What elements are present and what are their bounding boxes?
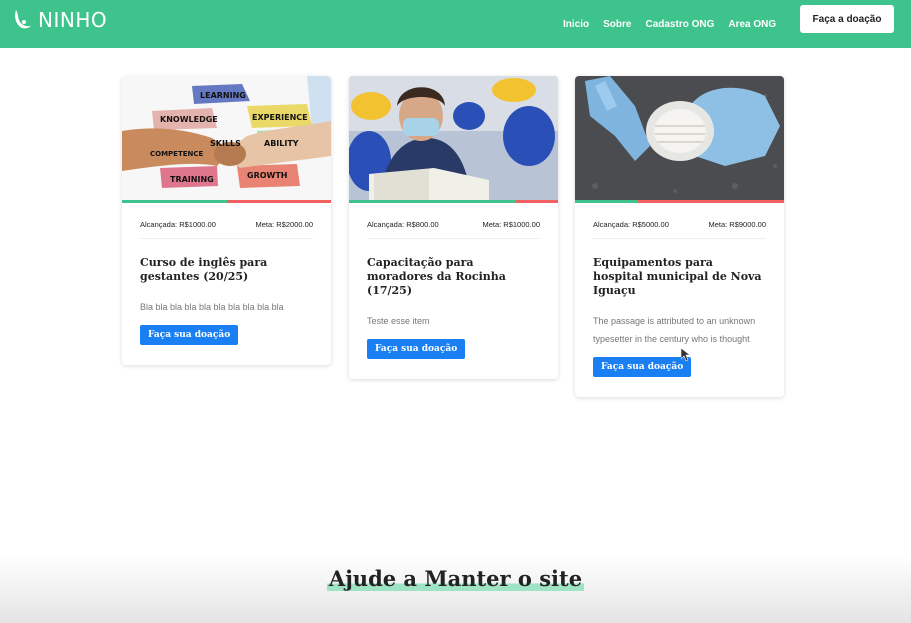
goal-amount: Meta: R$9000.00 — [708, 220, 766, 229]
project-card-3: Alcançada: R$5000.00 Meta: R$9000.00 Equ… — [575, 76, 784, 397]
word-learning: LEARNING — [200, 91, 246, 100]
project-card-1: LEARNING KNOWLEDGE EXPERIENCE SKILLS ABI… — [122, 76, 331, 365]
reached-amount: Alcançada: R$5000.00 — [593, 220, 669, 229]
nav-link-cadastro-ong[interactable]: Cadastro ONG — [645, 19, 714, 30]
donate-button[interactable]: Faça sua doação — [140, 325, 239, 345]
reached-amount: Alcançada: R$800.00 — [367, 220, 439, 229]
section-heading: Ajude a Manter o site — [326, 566, 585, 591]
nav-links: Inicio Sobre Cadastro ONG Area ONG — [563, 0, 790, 48]
project-card-2: Alcançada: R$800.00 Meta: R$1000.00 Capa… — [349, 76, 558, 379]
support-section-title: Ajude a Manter o site — [0, 566, 911, 591]
navbar: NINHO Inicio Sobre Cadastro ONG Area ONG… — [0, 0, 911, 48]
reached-amount: Alcançada: R$1000.00 — [140, 220, 216, 229]
card-description: The passage is attributed to an unknown … — [593, 316, 756, 344]
nav-link-area-ong[interactable]: Area ONG — [728, 19, 776, 30]
card-description: Bla bla bla bla bla bla bla bla bla bla — [140, 302, 284, 312]
progress-bar — [575, 200, 784, 203]
card-image-student — [349, 76, 558, 200]
progress-fill — [575, 200, 638, 203]
donate-nav-button[interactable]: Faça a doação — [800, 5, 894, 33]
word-ability: ABILITY — [264, 139, 299, 148]
amounts-row: Alcançada: R$5000.00 Meta: R$9000.00 — [575, 203, 784, 229]
progress-bar — [349, 200, 558, 203]
donate-button[interactable]: Faça sua doação — [367, 339, 466, 359]
goal-amount: Meta: R$2000.00 — [255, 220, 313, 229]
word-training: TRAINING — [170, 175, 214, 184]
brand-name: NINHO — [38, 8, 108, 32]
nav-link-inicio[interactable]: Inicio — [563, 19, 589, 30]
goal-amount: Meta: R$1000.00 — [482, 220, 540, 229]
divider — [367, 238, 540, 239]
nav-link-sobre[interactable]: Sobre — [603, 19, 631, 30]
card-title: Equipamentos para hospital municipal de … — [593, 256, 762, 297]
donate-button[interactable]: Faça sua doação — [593, 357, 692, 377]
amounts-row: Alcançada: R$800.00 Meta: R$1000.00 — [349, 203, 558, 229]
word-skills: SKILLS — [210, 139, 241, 148]
card-image-skills: LEARNING KNOWLEDGE EXPERIENCE SKILLS ABI… — [122, 76, 331, 200]
progress-bar — [122, 200, 331, 203]
divider — [593, 238, 766, 239]
card-image-gloves-mask — [575, 76, 784, 200]
divider — [140, 238, 313, 239]
mouse-cursor-icon — [681, 348, 691, 362]
word-competence: COMPETENCE — [150, 150, 204, 158]
word-experience: EXPERIENCE — [252, 113, 308, 122]
progress-fill — [122, 200, 227, 203]
logo[interactable]: NINHO — [12, 8, 107, 32]
word-knowledge: KNOWLEDGE — [160, 115, 218, 124]
leaf-logo-icon — [15, 10, 31, 29]
progress-fill — [349, 200, 517, 203]
card-description: Teste esse item — [367, 316, 430, 326]
word-growth: GROWTH — [247, 171, 288, 180]
amounts-row: Alcançada: R$1000.00 Meta: R$2000.00 — [122, 203, 331, 229]
card-title: Curso de inglês para gestantes (20/25) — [140, 256, 268, 283]
card-title: Capacitação para moradores da Rocinha (1… — [367, 256, 506, 297]
